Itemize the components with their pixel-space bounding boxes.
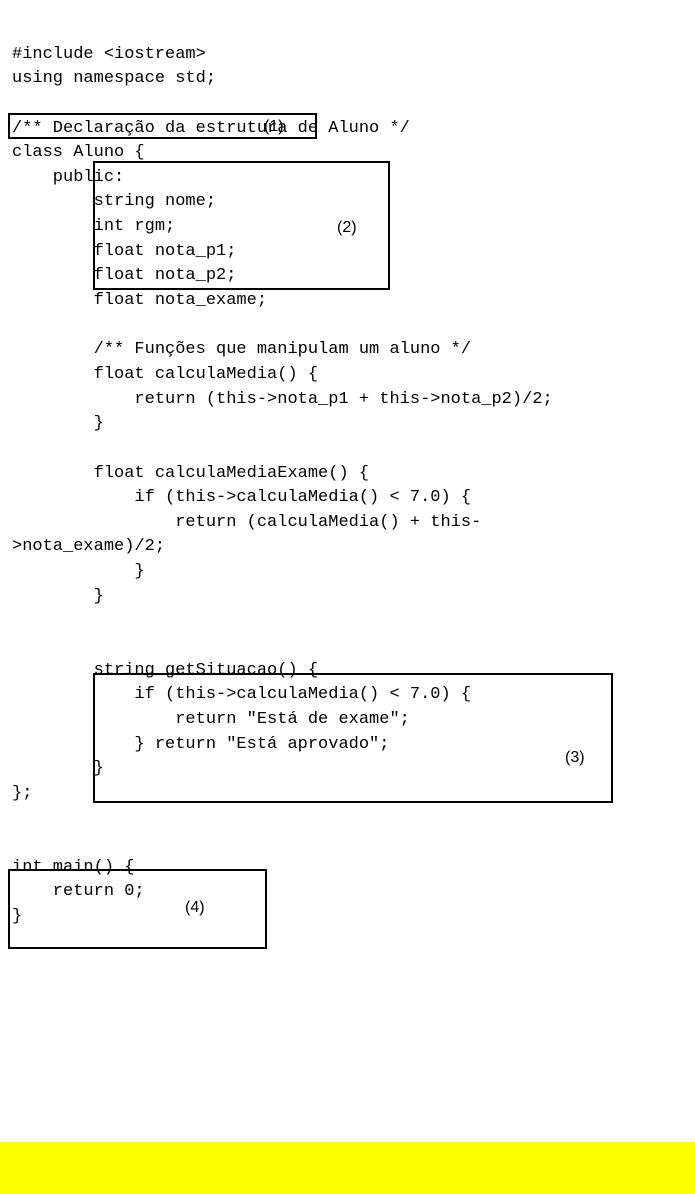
code-line: class Aluno {: [12, 143, 145, 162]
code-line: } return "Está aprovado";: [12, 735, 389, 754]
code-line: }: [12, 907, 22, 926]
code-line: return (calculaMedia() + this-: [12, 513, 481, 532]
code-line: return "Está de exame";: [12, 710, 410, 729]
annotation-label-3: (3): [565, 746, 585, 769]
code-line: if (this->calculaMedia() < 7.0) {: [12, 685, 471, 704]
code-line: }: [12, 587, 104, 606]
code-block: #include <iostream> using namespace std;…: [12, 18, 695, 930]
code-line: }: [12, 414, 104, 433]
code-line: };: [12, 784, 32, 803]
code-line: }: [12, 562, 145, 581]
code-line: return (this->nota_p1 + this->nota_p2)/2…: [12, 390, 553, 409]
code-line: }: [12, 759, 104, 778]
code-line: /** Funções que manipulam um aluno */: [12, 340, 471, 359]
highlight-bar: [0, 1142, 695, 1194]
code-line: string getSituacao() {: [12, 661, 318, 680]
code-line: #include <iostream>: [12, 45, 206, 64]
annotation-label-1: (1): [264, 115, 284, 138]
code-line: >nota_exame)/2;: [12, 537, 165, 556]
annotation-label-4: (4): [185, 896, 205, 919]
code-line: int main() {: [12, 858, 134, 877]
code-line: return 0;: [12, 882, 145, 901]
code-line: float nota_exame;: [12, 291, 267, 310]
code-line: string nome;: [12, 192, 216, 211]
code-line: float calculaMedia() {: [12, 365, 318, 384]
code-line: using namespace std;: [12, 69, 216, 88]
code-line: float nota_p2;: [12, 266, 236, 285]
annotation-label-2: (2): [337, 216, 357, 239]
code-line: float nota_p1;: [12, 242, 236, 261]
code-line: float calculaMediaExame() {: [12, 464, 369, 483]
code-line: /** Declaração da estrutura de Aluno */: [12, 119, 410, 138]
code-line: int rgm;: [12, 217, 175, 236]
code-line: if (this->calculaMedia() < 7.0) {: [12, 488, 471, 507]
code-line: public:: [12, 168, 124, 187]
